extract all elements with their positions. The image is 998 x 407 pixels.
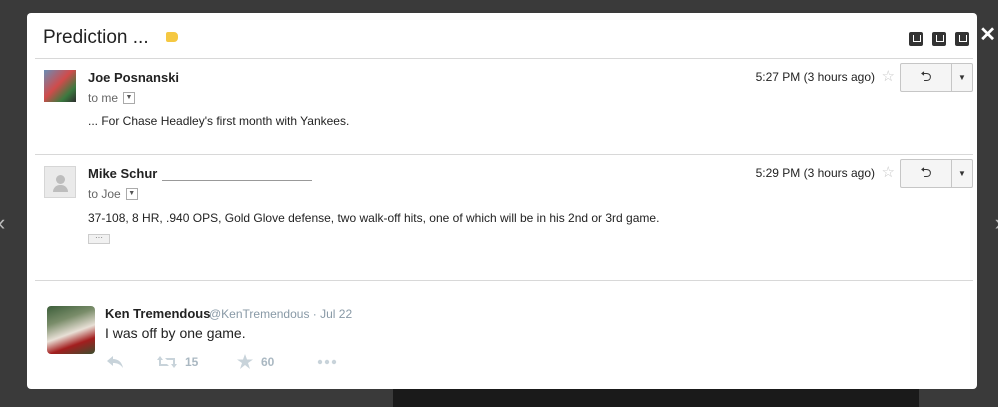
tweet-avatar[interactable] <box>47 306 95 354</box>
open-in-new-window-icon[interactable] <box>955 32 969 46</box>
star-icon[interactable]: ☆ <box>882 67 895 85</box>
retweet-icon <box>157 355 177 368</box>
sender-avatar <box>44 70 76 102</box>
thread-actions <box>909 32 969 46</box>
reply-button-group: ⮌ ▼ <box>900 63 973 92</box>
label-tag-icon[interactable] <box>166 32 178 42</box>
more-actions-dropdown-icon[interactable]: ▼ <box>952 64 972 91</box>
thread-header: Prediction ... <box>35 13 973 59</box>
sender-underline <box>162 180 312 181</box>
show-trimmed-content-button[interactable]: ··· <box>88 234 110 244</box>
tweet-text: I was off by one game. <box>105 325 246 341</box>
embedded-tweet: Ken Tremendous @KenTremendous · Jul 22 I… <box>47 306 747 376</box>
favorite-star-icon <box>237 354 253 369</box>
recipients-label: to Joe <box>88 187 121 201</box>
more-dots-icon[interactable] <box>317 359 337 365</box>
favorite-count: 60 <box>261 354 275 369</box>
star-icon[interactable]: ☆ <box>882 163 895 181</box>
retweet-control[interactable]: 15 <box>157 355 237 369</box>
email-thread-card: Prediction ... Joe Posnanski to me ▼ 5:2… <box>27 13 977 389</box>
more-actions-dropdown-icon[interactable]: ▼ <box>952 160 972 187</box>
close-icon[interactable]: ✕ <box>979 22 996 47</box>
reply-icon[interactable]: ⮌ <box>901 64 952 91</box>
message-time: 5:29 PM (3 hours ago) <box>755 166 875 180</box>
message-body: 37-108, 8 HR, .940 OPS, Gold Glove defen… <box>88 211 660 225</box>
message-body: ... For Chase Headley's first month with… <box>88 114 350 128</box>
recipients: to Joe ▼ <box>88 187 138 201</box>
favorite-control[interactable]: 60 <box>237 354 317 369</box>
thread-title: Prediction ... <box>43 27 149 48</box>
recipients: to me ▼ <box>88 91 136 105</box>
tweet-actions: 15 60 <box>107 354 337 369</box>
tweet-reply-icon[interactable] <box>107 355 157 368</box>
sender-avatar-placeholder <box>44 166 76 198</box>
message-1[interactable]: Joe Posnanski to me ▼ 5:27 PM (3 hours a… <box>35 59 973 155</box>
previous-arrow-icon[interactable]: ‹ <box>0 210 5 236</box>
background-photo-strip <box>393 386 919 407</box>
print-icon[interactable] <box>932 32 946 46</box>
tweet-handle-date[interactable]: @KenTremendous · Jul 22 <box>209 307 352 321</box>
recipients-dropdown-icon[interactable]: ▼ <box>125 188 138 200</box>
recipients-dropdown-icon[interactable]: ▼ <box>123 92 136 104</box>
tweet-author-name[interactable]: Ken Tremendous <box>105 306 210 321</box>
message-time: 5:27 PM (3 hours ago) <box>755 70 875 84</box>
download-icon[interactable] <box>909 32 923 46</box>
message-2[interactable]: Mike Schur to Joe ▼ 5:29 PM (3 hours ago… <box>35 155 973 281</box>
reply-button-group: ⮌ ▼ <box>900 159 973 188</box>
recipients-label: to me <box>88 91 119 105</box>
sender-name[interactable]: Joe Posnanski <box>88 70 179 85</box>
reply-icon[interactable]: ⮌ <box>901 160 952 187</box>
retweet-count: 15 <box>185 354 199 369</box>
sender-name[interactable]: Mike Schur <box>88 166 157 181</box>
